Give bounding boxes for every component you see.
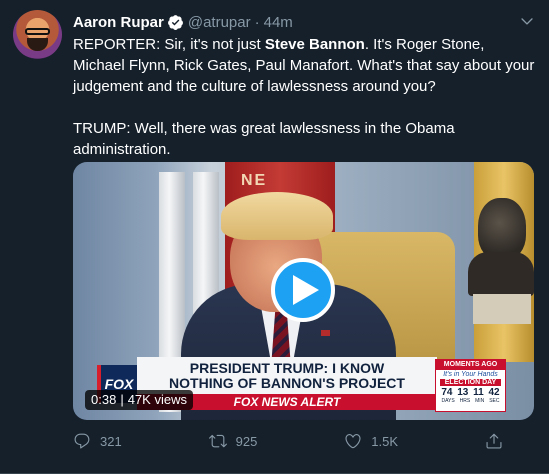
clock-units: DAYS HRS MIN SEC [436,398,505,404]
retweet-icon [208,434,227,448]
reply-icon [74,433,90,449]
video-player[interactable]: NE FOX PRESIDENT TRUMP: I KNOW NOTHING O… [73,162,534,420]
tweet-text-bold: Steve Bannon [264,36,365,53]
chevron-down-icon[interactable] [519,13,535,29]
like-icon [345,434,361,449]
clock-unit: MIN [475,398,485,404]
video-stats-badge: 0:38 | 47K views [85,390,193,410]
like-button[interactable]: 1.5K [344,432,398,450]
avatar-glasses [25,28,50,35]
clock-hours: 13 [457,387,469,398]
retweet-count: 925 [235,433,258,449]
chyron-headline: PRESIDENT TRUMP: I KNOW NOTHING OF BANNO… [137,357,437,394]
tweet-paragraph-2: TRUMP: Well, there was great lawlessness… [73,120,455,158]
author-name[interactable]: Aaron Rupar [73,14,164,31]
tweet-timestamp[interactable]: 44m [264,14,293,31]
tweet-text: REPORTER: Sir, it's not just Steve Banno… [73,34,535,160]
share-button[interactable] [485,432,503,450]
tweet[interactable]: Aaron Rupar @atrupar · 44m REPORTER: Sir… [0,0,549,474]
hair [221,192,333,240]
clock-days: 74 [441,387,453,398]
clock-unit: HRS [459,398,471,404]
video-views: 47K views [127,392,187,407]
clock-minutes: 11 [473,387,484,398]
badge-separator: | [120,392,124,407]
clock-unit: SEC [489,398,500,404]
play-button[interactable] [271,258,335,322]
author-handle[interactable]: @atrupar [188,14,251,31]
reply-button[interactable]: 321 [73,432,122,450]
chyron-line-1: PRESIDENT TRUMP: I KNOW [189,360,385,376]
share-icon [486,433,502,449]
avatar-beard [27,38,48,51]
clock-title: MOMENTS AGO [436,360,505,370]
tweet-text-part: REPORTER: Sir, it's not just [73,36,265,53]
verified-badge-icon [167,14,183,30]
reply-count: 321 [100,433,122,449]
pedestal [473,294,531,324]
retweet-button[interactable]: 925 [208,432,258,450]
clock-subtitle: It's in Your Hands [443,371,498,378]
lapel-pin [321,330,330,336]
clock-seconds: 42 [488,387,500,398]
separator-dot: · [254,13,260,31]
video-duration: 0:38 [91,392,117,407]
clock-values: 74 13 11 42 [436,387,505,398]
avatar[interactable] [13,10,62,59]
play-icon [292,275,319,305]
tweet-header: Aaron Rupar @atrupar · 44m [73,12,293,32]
tweet-actions: 321 925 1.5K [73,430,503,452]
chyron-line-2: NOTHING OF BANNON'S PROJECT [169,375,405,391]
clock-unit: DAYS [441,398,455,404]
clock-event: ELECTION DAY [440,379,501,386]
bust-head [478,198,526,260]
bust-body [468,252,534,296]
countdown-clock: MOMENTS AGO It's in Your Hands ELECTION … [435,359,506,412]
tweet-paragraph-1: REPORTER: Sir, it's not just Steve Banno… [73,34,535,97]
flag-text: NE [241,172,268,189]
like-count: 1.5K [371,433,399,449]
